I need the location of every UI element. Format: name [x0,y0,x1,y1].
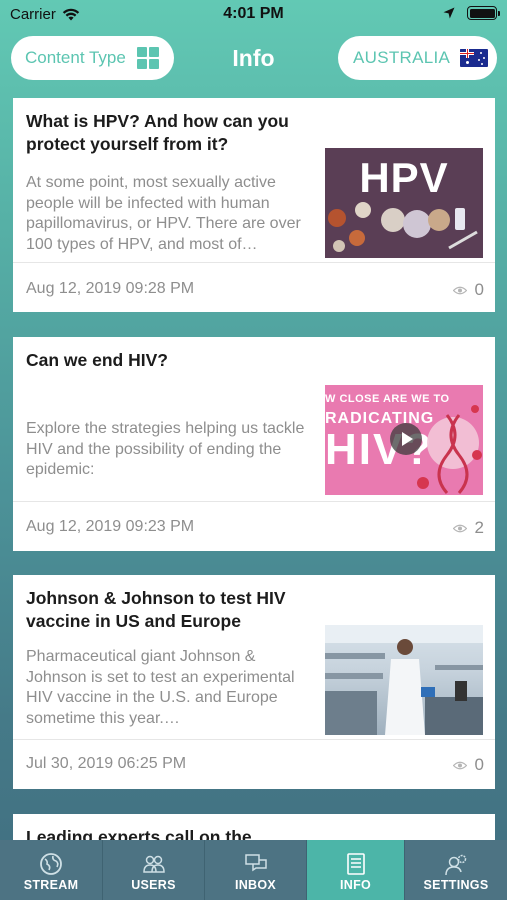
view-count-value: 0 [474,755,484,774]
card-divider [13,262,495,263]
country-label: AUSTRALIA [353,48,451,67]
view-count: 2 [452,518,484,538]
view-count-value: 2 [474,518,484,537]
article-card[interactable]: What is HPV? And how can you protect you… [13,98,495,312]
lab-scientist-illustration-icon [325,625,483,735]
status-bar: Carrier 4:01 PM [0,0,507,30]
battery-icon [467,6,500,20]
article-description: Pharmaceutical giant Johnson & Johnson i… [26,648,295,727]
document-icon [346,853,365,875]
tab-users[interactable]: USERS [103,840,205,900]
play-video-icon[interactable] [390,423,422,455]
card-divider [13,501,495,502]
article-title: Johnson & Johnson to test HIV vaccine in… [26,588,286,631]
article-description: Explore the strategies helping us tackle… [26,420,305,478]
article-card[interactable]: Johnson & Johnson to test HIV vaccine in… [13,575,495,789]
tab-bar: STREAM USERS INBOX INFO SETTINGS [0,840,507,900]
article-description: At some point, most sexually active peop… [26,174,301,253]
article-thumbnail[interactable]: W CLOSE ARE WE TO RADICATING HIV? [325,385,483,495]
view-count-value: 0 [474,280,484,299]
article-title: What is HPV? And how can you protect you… [26,111,289,154]
country-selector-button[interactable]: AUSTRALIA [338,36,497,80]
article-title: Can we end HIV? [26,350,168,370]
article-date: Jul 30, 2019 06:25 PM [26,755,187,772]
tab-info[interactable]: INFO [307,840,405,900]
status-time: 4:01 PM [223,5,284,22]
globe-icon [40,853,62,875]
view-count: 0 [452,755,484,775]
status-right [443,6,500,20]
settings-user-icon [445,854,467,876]
virus-illustration-icon [328,202,478,252]
eye-icon [452,286,467,294]
card-divider [13,739,495,740]
tab-stream[interactable]: STREAM [0,840,103,900]
tab-settings[interactable]: SETTINGS [405,840,507,900]
tab-label: STREAM [23,878,79,892]
eye-icon [452,761,467,769]
tab-label: INFO [339,878,372,892]
location-arrow-icon [443,7,455,19]
header: Content Type Info AUSTRALIA [0,36,507,82]
article-thumbnail[interactable]: HPV [325,148,483,258]
tab-label: INBOX [234,878,277,892]
article-thumbnail[interactable] [325,625,483,735]
tab-label: SETTINGS [423,878,489,892]
users-icon [142,855,165,873]
australia-flag-icon [460,49,489,67]
article-card[interactable]: Can we end HIV? Explore the strategies h… [13,337,495,551]
inbox-icon [244,854,267,872]
view-count: 0 [452,280,484,300]
eye-icon [452,524,467,532]
article-date: Aug 12, 2019 09:28 PM [26,280,195,297]
article-date: Aug 12, 2019 09:23 PM [26,518,195,535]
tab-label: USERS [131,878,176,892]
tab-inbox[interactable]: INBOX [205,840,307,900]
